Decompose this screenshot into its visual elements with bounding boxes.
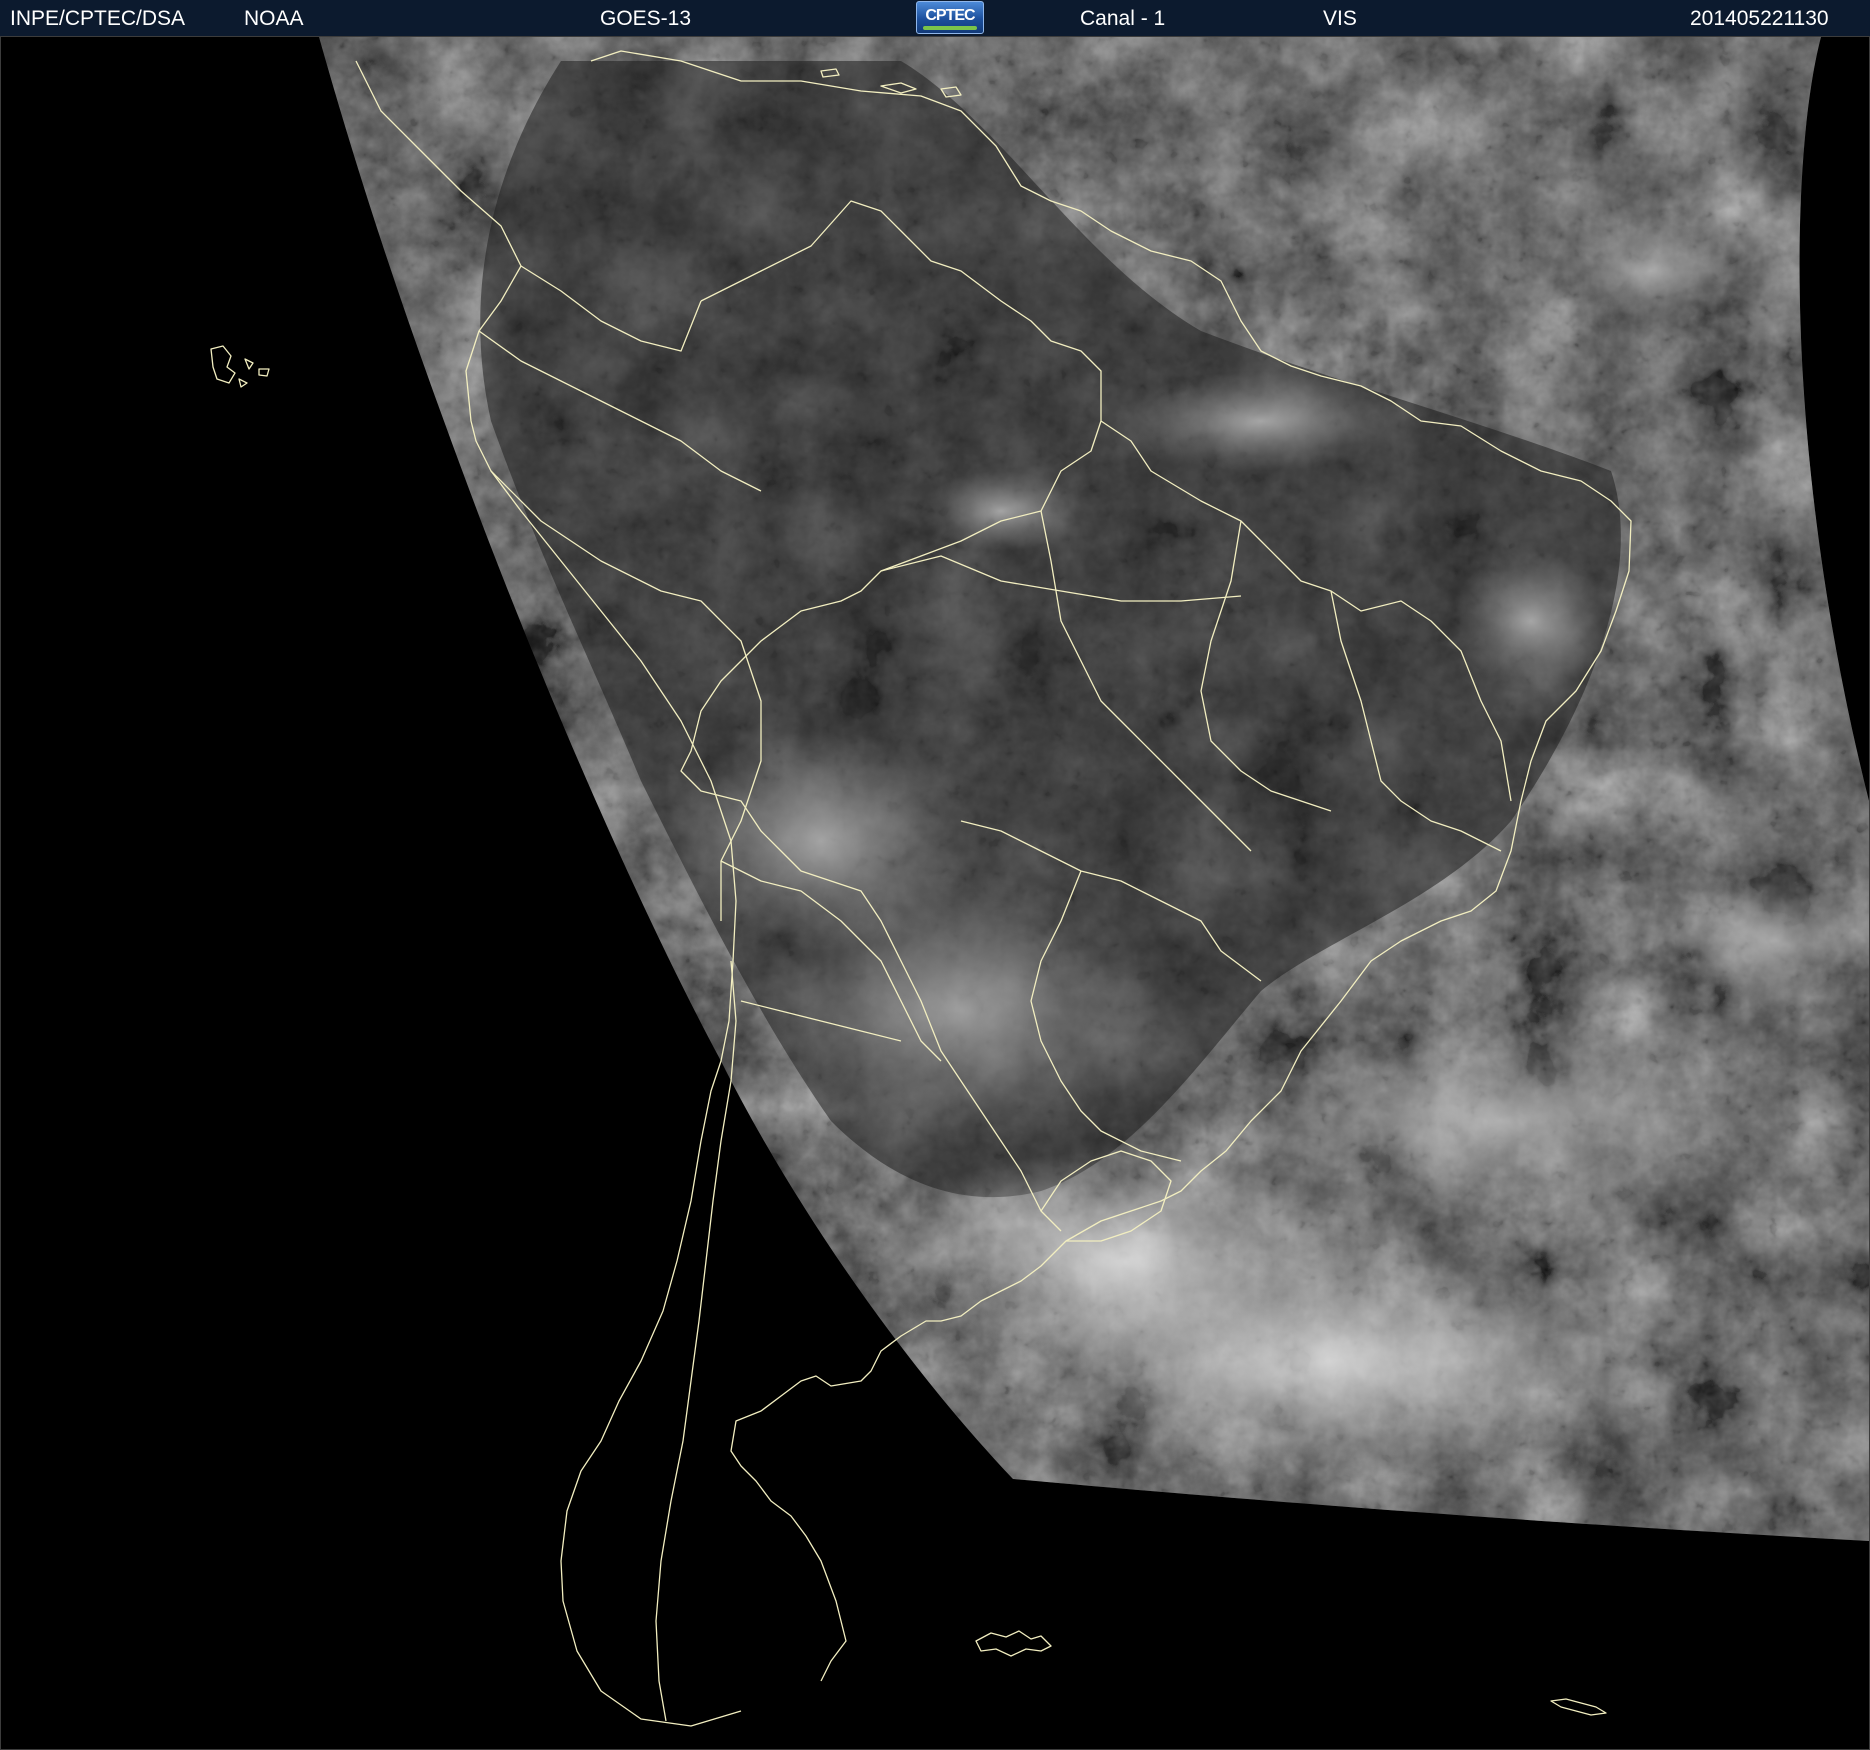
atlantic-north-cloud [1561, 221, 1741, 321]
cptec-logo: CPTEC [916, 1, 984, 34]
logo-swoosh [923, 26, 977, 30]
northeast-cloud [1451, 551, 1611, 691]
band-label: VIS [1323, 7, 1357, 30]
agency-label: NOAA [244, 7, 304, 30]
east-atlantic-cloud [1671, 871, 1869, 1011]
logo-text: CPTEC [925, 7, 975, 24]
header-bar: INPE/CPTEC/DSA NOAA GOES-13 CPTEC Canal … [0, 0, 1870, 37]
organization-label: INPE/CPTEC/DSA [10, 7, 186, 30]
channel-label: Canal - 1 [1080, 7, 1166, 30]
amazon-cloud [921, 471, 1081, 551]
satellite-label: GOES-13 [600, 7, 692, 30]
atlantic-cloud [1221, 1031, 1781, 1211]
central-cloud [661, 731, 981, 951]
satellite-image-svg [1, 37, 1869, 1749]
satellite-map [0, 36, 1870, 1750]
timestamp-label: 201405221130 [1690, 7, 1829, 30]
